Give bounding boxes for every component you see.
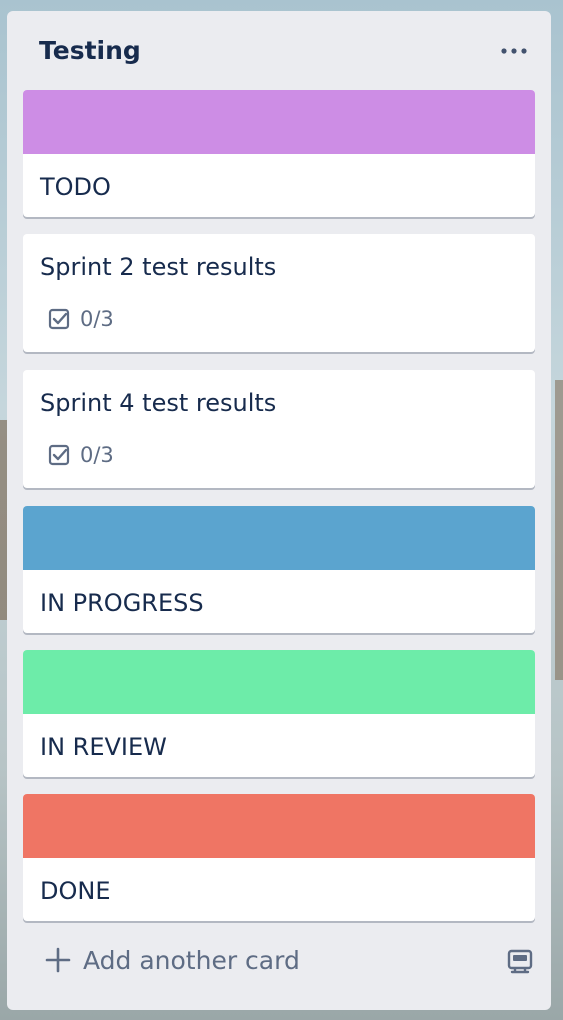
add-card-label: Add another card <box>83 945 300 975</box>
card-sprint-4-test-results[interactable]: Sprint 4 test results 0/3 <box>23 370 535 488</box>
card-sprint-2-test-results[interactable]: Sprint 2 test results 0/3 <box>23 234 535 352</box>
create-from-template-button[interactable] <box>502 943 538 979</box>
card-done[interactable]: DONE <box>23 794 535 921</box>
checklist-icon <box>48 444 70 466</box>
ellipsis-icon <box>501 48 527 54</box>
card-title: DONE <box>40 877 111 905</box>
card-title: Sprint 4 test results <box>40 389 277 417</box>
card-title: IN REVIEW <box>40 733 167 761</box>
checklist-count: 0/3 <box>80 307 114 331</box>
plus-icon <box>45 947 71 973</box>
list-header: Testing <box>7 11 551 89</box>
card-in-progress[interactable]: IN PROGRESS <box>23 506 535 633</box>
card-template-icon <box>507 949 533 974</box>
card-cover <box>23 90 535 154</box>
card-cover <box>23 650 535 714</box>
list-testing: Testing TODO Sprint 2 test results 0/3 S… <box>7 11 551 1010</box>
checklist-badge: 0/3 <box>48 441 114 469</box>
card-cover <box>23 794 535 858</box>
card-title: IN PROGRESS <box>40 589 204 617</box>
card-title: Sprint 2 test results <box>40 253 277 281</box>
add-card-button[interactable]: Add another card <box>45 938 300 982</box>
checklist-icon <box>48 308 70 330</box>
card-cover <box>23 506 535 570</box>
list-menu-button[interactable] <box>499 39 529 63</box>
card-todo[interactable]: TODO <box>23 90 535 217</box>
checklist-badge: 0/3 <box>48 305 114 333</box>
card-in-review[interactable]: IN REVIEW <box>23 650 535 777</box>
card-title: TODO <box>40 173 111 201</box>
list-title[interactable]: Testing <box>39 35 141 67</box>
checklist-count: 0/3 <box>80 443 114 467</box>
